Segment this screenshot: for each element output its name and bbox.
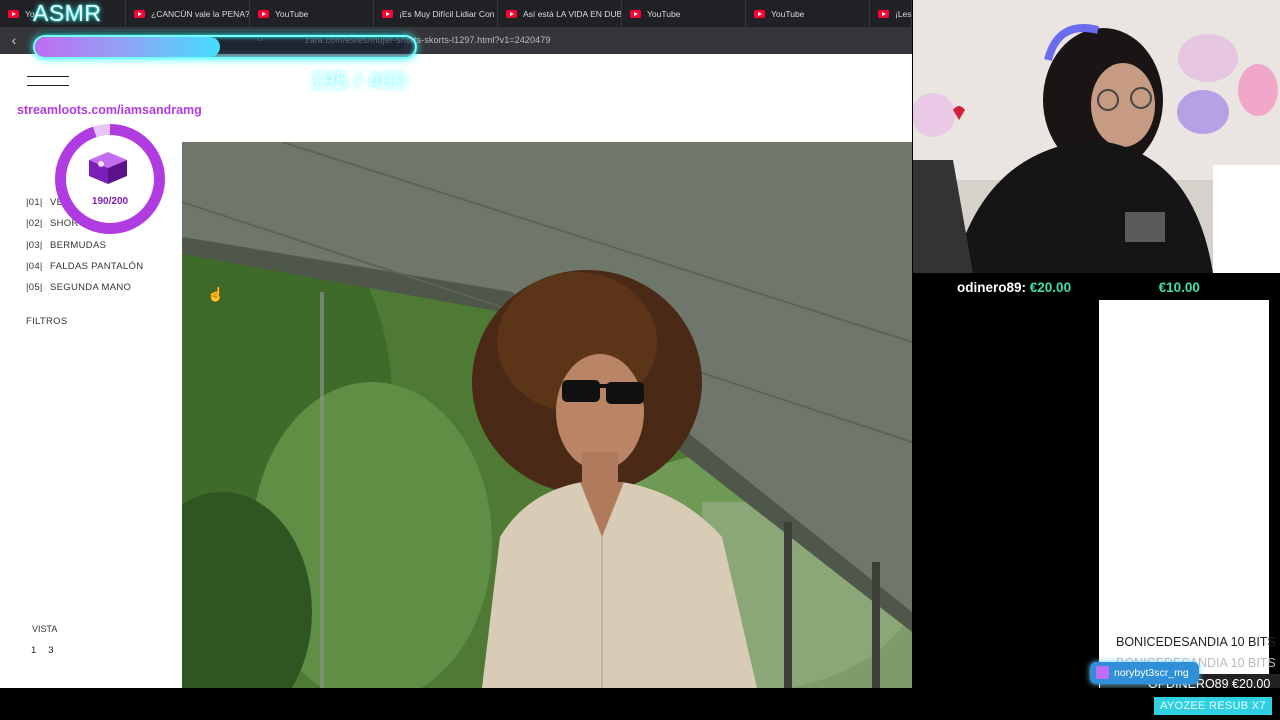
browser-tab[interactable]: YouTube bbox=[250, 0, 374, 27]
view-option-3[interactable]: 3 bbox=[48, 645, 53, 656]
filters-button[interactable]: FILTROS bbox=[26, 316, 68, 327]
youtube-icon bbox=[878, 9, 889, 18]
mouse-cursor-icon: ☝ bbox=[207, 286, 225, 302]
menu-icon[interactable] bbox=[27, 70, 69, 90]
category-item[interactable]: |03| BERMUDAS bbox=[26, 235, 143, 256]
browser-tab[interactable]: YouTube bbox=[746, 0, 870, 27]
webcam-illustration bbox=[913, 0, 1280, 273]
goal-progress-bar bbox=[33, 35, 417, 59]
browser-tab[interactable]: ¡Les C bbox=[870, 0, 912, 27]
category-item[interactable]: |04| FALDAS PANTALÓN bbox=[26, 256, 143, 277]
gift-icon bbox=[1096, 666, 1109, 679]
youtube-icon bbox=[258, 9, 269, 18]
event-item: BONICEDESANDIA 10 BITS bbox=[1116, 635, 1276, 649]
browser-tab[interactable]: YouTube bbox=[622, 0, 746, 27]
youtube-icon bbox=[134, 9, 145, 18]
asmr-title: ASMR bbox=[33, 0, 102, 26]
sub-badge: norybyt3scr_mg bbox=[1090, 662, 1199, 684]
youtube-icon bbox=[382, 9, 393, 18]
browser-tab[interactable]: Así está LA VIDA EN DUB bbox=[498, 0, 622, 27]
youtube-icon bbox=[754, 9, 765, 18]
goal-count: 195 / 400 bbox=[310, 68, 407, 93]
product-photo[interactable] bbox=[182, 142, 912, 688]
back-arrow-icon[interactable]: ‹ bbox=[6, 32, 22, 48]
events-panel bbox=[1099, 300, 1269, 688]
streamloots-link: streamloots.com/iamsandramg bbox=[17, 103, 202, 117]
browser-tab[interactable]: ¿CANCÚN vale la PENA? | bbox=[126, 0, 250, 27]
youtube-icon bbox=[8, 9, 19, 18]
loot-progress-ring: 190/200 bbox=[55, 124, 165, 234]
category-item[interactable]: |05| SEGUNDA MANO bbox=[26, 277, 143, 298]
bottom-bar bbox=[0, 688, 1280, 720]
view-label: VISTA bbox=[32, 624, 58, 634]
resub-alert: AYOZEE RESUB X7 bbox=[1154, 697, 1272, 715]
screen: Yo ¿CANCÚN vale la PENA? | YouTube ¡Es M… bbox=[0, 0, 1280, 720]
browser-tab-bar: Yo ¿CANCÚN vale la PENA? | YouTube ¡Es M… bbox=[0, 0, 912, 27]
youtube-icon bbox=[630, 9, 641, 18]
view-option-1[interactable]: 1 bbox=[31, 645, 36, 656]
goal-progress-fill bbox=[35, 37, 221, 57]
youtube-icon bbox=[506, 9, 517, 18]
view-options: 1 3 bbox=[31, 645, 54, 656]
webcam-feed bbox=[913, 0, 1280, 273]
browser-tab[interactable]: ¡Es Muy Difícil Lidiar Con bbox=[374, 0, 498, 27]
photo-illustration bbox=[182, 142, 912, 688]
loot-chest-icon bbox=[89, 152, 127, 184]
loot-count: 190/200 bbox=[91, 196, 129, 207]
donation-ticker: odinero89: €20.00 €10.00 bbox=[957, 280, 1200, 295]
